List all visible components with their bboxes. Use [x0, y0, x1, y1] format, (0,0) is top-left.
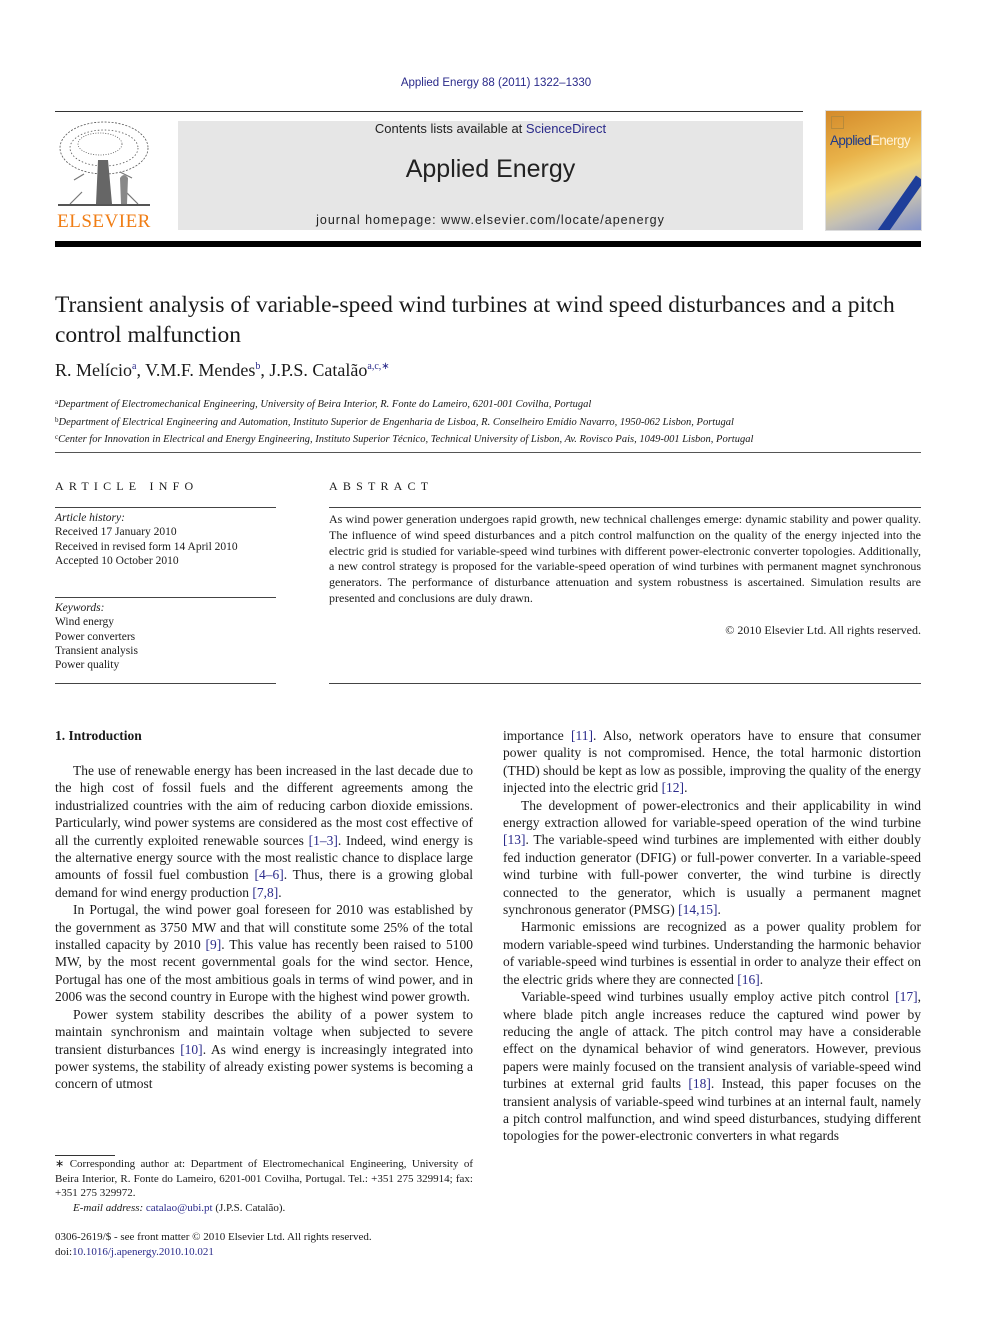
author-list: R. Melícioa, V.M.F. Mendesb, J.P.S. Cata…: [55, 360, 390, 380]
affiliations: aDepartment of Electromechanical Enginee…: [55, 395, 935, 448]
text-run: .: [684, 780, 688, 796]
cover-emblem-icon: [831, 116, 844, 129]
publisher-name: ELSEVIER: [57, 211, 151, 232]
citation-link[interactable]: [11]: [571, 728, 593, 743]
journal-reference-link[interactable]: Applied Energy 88 (2011) 1322–1330: [0, 77, 992, 89]
contents-line: Contents lists available at ScienceDirec…: [178, 121, 803, 136]
text-run: Variable-speed wind turbines usually emp…: [521, 989, 896, 1005]
email-owner: (J.P.S. Catalão).: [212, 1201, 286, 1214]
citation-link[interactable]: [1–3]: [309, 833, 338, 848]
doi-link[interactable]: 10.1016/j.apenergy.2010.10.021: [72, 1246, 214, 1258]
affiliations-divider: [55, 452, 921, 453]
keywords: Keywords: Wind energy Power converters T…: [55, 601, 138, 672]
text-run: importance: [503, 728, 571, 743]
contents-prefix: Contents lists available at: [374, 121, 526, 136]
author-affiliation-mark[interactable]: a,c,∗: [367, 361, 389, 372]
author-name[interactable]: V.M.F. Mendes: [145, 360, 255, 380]
author-affiliation-mark[interactable]: b: [255, 361, 260, 372]
header-divider: [55, 111, 803, 112]
body-paragraph: Variable-speed wind turbines usually emp…: [503, 988, 921, 1145]
article-title: Transient analysis of variable-speed win…: [55, 292, 895, 348]
article-info-heading: ARTICLE INFO: [55, 479, 199, 493]
citation-link[interactable]: [12]: [662, 780, 685, 795]
body-paragraph: importance [11]. Also, network operators…: [503, 727, 921, 797]
author-name[interactable]: J.P.S. Catalão: [269, 360, 367, 380]
citation-link[interactable]: [16]: [737, 972, 760, 987]
text-run: .: [717, 902, 721, 918]
email-label: E-mail address:: [73, 1201, 144, 1214]
section-heading-introduction: 1. Introduction: [55, 728, 142, 743]
citation-link[interactable]: [9]: [206, 937, 222, 952]
journal-title: Applied Energy: [405, 155, 576, 183]
doi-prefix: doi:: [55, 1245, 73, 1258]
body-paragraph: Power system stability describes the abi…: [55, 1006, 473, 1093]
history-item: Received in revised form 14 April 2010: [55, 540, 238, 553]
body-column-right: importance [11]. Also, network operators…: [503, 727, 921, 1145]
author-affiliation-mark[interactable]: a: [132, 361, 136, 372]
masthead-thick-divider: [55, 241, 921, 247]
journal-homepage-link[interactable]: journal homepage: www.elsevier.com/locat…: [178, 213, 803, 227]
citation-link[interactable]: [7,8]: [252, 885, 278, 900]
citation-link[interactable]: [18]: [688, 1076, 711, 1091]
text-run: .: [759, 971, 764, 987]
citation-link[interactable]: [13]: [503, 832, 526, 847]
footnote-email-line: E-mail address: catalao@ubi.pt (J.P.S. C…: [55, 1201, 473, 1216]
history-label: Article history:: [55, 512, 125, 524]
front-matter-text: 0306-2619/$ - see front matter © 2010 El…: [55, 1231, 372, 1243]
affiliation-text: Center for Innovation in Electrical and …: [58, 434, 754, 445]
article-history: Article history: Received 17 January 201…: [55, 511, 238, 568]
text-run: Harmonic emissions are recognized as a p…: [503, 919, 921, 987]
journal-cover-image[interactable]: AppliedEnergy: [826, 111, 921, 230]
journal-masthead: Contents lists available at ScienceDirec…: [178, 121, 803, 230]
abstract-copyright: © 2010 Elsevier Ltd. All rights reserved…: [725, 623, 921, 637]
keywords-label: Keywords:: [55, 602, 105, 614]
keyword-item: Transient analysis: [55, 644, 138, 657]
affiliation-item: cCenter for Innovation in Electrical and…: [55, 430, 935, 448]
abstract-heading: ABSTRACT: [329, 479, 434, 493]
sciencedirect-link[interactable]: ScienceDirect: [526, 121, 606, 136]
divider: [329, 507, 921, 508]
doi-line: doi:10.1016/j.apenergy.2010.10.021: [55, 1245, 372, 1260]
citation-link[interactable]: [4–6]: [254, 867, 283, 882]
text-run: The development of power-electronics and…: [503, 797, 921, 831]
affiliation-text: Department of Electrical Engineering and…: [58, 416, 734, 428]
body-paragraph: Harmonic emissions are recognized as a p…: [503, 918, 921, 988]
cover-title-part1: Applied: [830, 133, 871, 148]
front-matter: 0306-2619/$ - see front matter © 2010 El…: [55, 1230, 372, 1259]
citation-link[interactable]: [14,15]: [678, 902, 717, 917]
affiliation-text: Department of Electromechanical Engineer…: [58, 399, 592, 410]
cover-title: AppliedEnergy: [830, 133, 911, 148]
cover-title-part2: Energy: [870, 133, 911, 148]
footnote-text: ∗ Corresponding author at: Department of…: [55, 1158, 473, 1199]
author-name[interactable]: R. Melício: [55, 360, 132, 380]
keyword-item: Power converters: [55, 630, 136, 643]
body-column-left: The use of renewable energy has been inc…: [55, 762, 473, 1093]
history-item: Received 17 January 2010: [55, 526, 177, 539]
text-run: .: [278, 884, 282, 900]
divider: [55, 597, 276, 598]
divider: [329, 683, 921, 684]
abstract-text: As wind power generation undergoes rapid…: [329, 512, 921, 605]
email-link[interactable]: catalao@ubi.pt: [146, 1202, 213, 1214]
history-item: Accepted 10 October 2010: [55, 554, 179, 567]
body-paragraph: In Portugal, the wind power goal foresee…: [55, 901, 473, 1005]
divider: [55, 507, 276, 508]
affiliation-item: aDepartment of Electromechanical Enginee…: [55, 395, 935, 413]
cover-badge: [875, 175, 921, 230]
keyword-item: Power quality: [55, 659, 120, 672]
footnote-divider: [55, 1155, 115, 1156]
divider: [55, 683, 276, 684]
body-paragraph: The use of renewable energy has been inc…: [55, 762, 473, 901]
corresponding-author-footnote: ∗ Corresponding author at: Department of…: [55, 1157, 473, 1215]
body-paragraph: The development of power-electronics and…: [503, 797, 921, 919]
elsevier-logo[interactable]: ELSEVIER: [54, 118, 154, 233]
affiliation-item: bDepartment of Electrical Engineering an…: [55, 413, 935, 431]
citation-link[interactable]: [17]: [895, 989, 918, 1004]
citation-link[interactable]: [10]: [180, 1042, 203, 1057]
tree-icon: [58, 121, 150, 206]
keyword-item: Wind energy: [55, 616, 115, 629]
